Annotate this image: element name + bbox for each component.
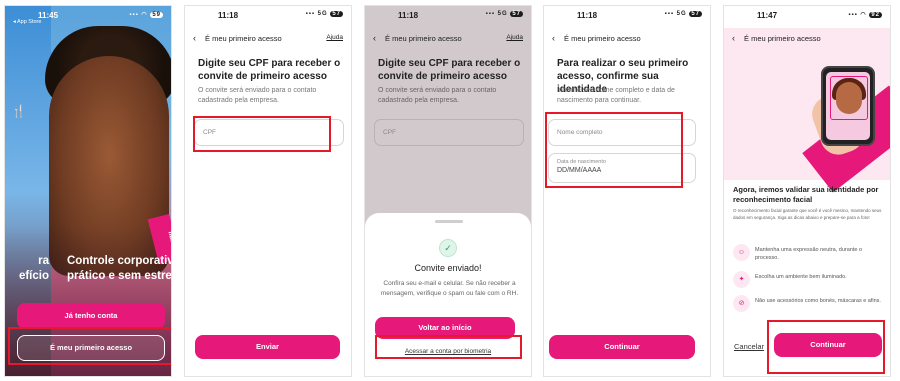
no-accessories-icon: ⊘: [733, 295, 750, 312]
page-title: Digite seu CPF para receber o convite de…: [378, 58, 521, 82]
nav-bar: ‹ É meu primeiro acesso: [724, 30, 890, 50]
sheet-grabber[interactable]: [435, 220, 463, 223]
birth-date-label: Data de nascimento: [557, 159, 606, 165]
tip-text: Escolha um ambiente bem iluminado.: [755, 274, 847, 280]
nav-title: É meu primeiro acesso: [564, 34, 641, 43]
back-arrow-icon[interactable]: ‹: [732, 33, 735, 43]
page-description: O convite será enviado para o contato ca…: [378, 87, 497, 104]
check-circle-icon: ✓: [439, 239, 457, 257]
tip-item: ⊘ Não use acessórios como bonés, máscara…: [733, 295, 888, 317]
previous-slide-caption: ra efício: [18, 255, 49, 282]
status-bar: 11:47 ▪▪▪ ◠ 92: [724, 6, 890, 28]
screen-welcome: 🍴 flash 11:45 ▪▪▪ ◠ 59 ◂ App Store ra ef…: [4, 5, 172, 377]
biometrics-link[interactable]: Acessar a conta por biometria: [365, 348, 531, 355]
back-arrow-icon[interactable]: ‹: [373, 33, 376, 43]
status-bar: 11:18 ▪▪▪ 5G 57: [365, 6, 531, 28]
tip-text: Não use acessórios como bonés, máscaras …: [755, 298, 881, 304]
fork-icon: 🍴: [11, 104, 26, 118]
status-time: 11:47: [757, 11, 778, 20]
expression-icon: ☺: [733, 244, 750, 261]
battery-icon: 57: [510, 11, 523, 17]
help-link[interactable]: Ajuda: [506, 34, 523, 41]
page-description: O reconhecimento facial garante que você…: [733, 208, 882, 220]
nav-title: É meu primeiro acesso: [205, 34, 282, 43]
tip-item: ✦ Escolha um ambiente bem iluminado.: [733, 271, 888, 293]
signal-icon: ▪▪▪ ◠ 59: [129, 12, 163, 18]
page-title: Digite seu CPF para receber o convite de…: [198, 58, 341, 82]
wifi-icon: ▪▪▪ ◠ 92: [848, 12, 882, 18]
nav-title: É meu primeiro acesso: [385, 34, 462, 43]
bottom-sheet: ✓ Convite enviado! Confira seu e-mail e …: [365, 213, 531, 376]
face-frame-icon: [830, 76, 868, 120]
page-description: Informe seu nome completo e data de nasc…: [557, 87, 675, 104]
network-icon: ▪▪▪ 5G 57: [664, 11, 702, 17]
cancel-link[interactable]: Cancelar: [734, 342, 764, 351]
nav-bar: ‹ É meu primeiro acesso Ajuda: [185, 30, 351, 50]
status-bar: 11:18 ▪▪▪ 5G 57: [185, 6, 351, 28]
full-name-input[interactable]: Nome completo: [548, 119, 696, 146]
continue-button[interactable]: Continuar: [549, 335, 695, 359]
nav-bar: ‹ É meu primeiro acesso Ajuda: [365, 30, 531, 50]
battery-icon: 57: [330, 11, 343, 17]
sheet-text: Confira seu e-mail e celular. Se não rec…: [380, 280, 519, 297]
screen-cpf: 11:18 ▪▪▪ 5G 57 ‹ É meu primeiro acesso …: [184, 5, 352, 377]
page-description: O convite será enviado para o contato ca…: [198, 87, 317, 104]
sheet-title: Convite enviado!: [414, 263, 482, 273]
login-button[interactable]: Já tenho conta: [17, 303, 165, 329]
birth-date-placeholder: DD/MM/AAAA: [557, 167, 602, 174]
network-icon: ▪▪▪ 5G 57: [485, 11, 523, 17]
cpf-input[interactable]: CPF: [194, 119, 344, 146]
nav-bar: ‹ É meu primeiro acesso: [544, 30, 710, 50]
back-arrow-icon[interactable]: ‹: [193, 33, 196, 43]
lightbulb-icon: ✦: [733, 271, 750, 288]
network-icon: ▪▪▪ 5G 57: [305, 11, 343, 17]
battery-icon: 92: [869, 12, 882, 18]
birth-date-input[interactable]: Data de nascimento DD/MM/AAAA: [548, 153, 696, 183]
tip-item: ☺ Mantenha uma expressão neutra, durante…: [733, 244, 888, 266]
status-time: 11:18: [577, 11, 598, 20]
page-title: Agora, iremos validar sua identidade por…: [733, 185, 879, 204]
back-arrow-icon[interactable]: ‹: [552, 33, 555, 43]
screen-identity: 11:18 ▪▪▪ 5G 57 ‹ É meu primeiro acesso …: [543, 5, 711, 377]
selfie-illustration: [821, 66, 875, 146]
continue-button[interactable]: Continuar: [774, 333, 882, 357]
battery-icon: 57: [689, 11, 702, 17]
screen-invite-sent: 11:18 ▪▪▪ 5G 57 ‹ É meu primeiro acesso …: [364, 5, 532, 377]
help-link[interactable]: Ajuda: [326, 34, 343, 41]
back-to-start-button[interactable]: Voltar ao início: [375, 317, 515, 339]
back-to-app-store-link[interactable]: ◂ App Store: [13, 19, 41, 25]
status-time: 11:18: [218, 11, 239, 20]
tip-text: Mantenha uma expressão neutra, durante o…: [755, 247, 863, 261]
screen-face-recognition: 11:47 ▪▪▪ ◠ 92 ‹ É meu primeiro acesso A…: [723, 5, 891, 377]
status-time: 11:18: [398, 11, 419, 20]
battery-icon: 59: [150, 12, 163, 18]
cpf-input[interactable]: CPF: [374, 119, 524, 146]
send-button[interactable]: Enviar: [195, 335, 340, 359]
nav-title: É meu primeiro acesso: [744, 34, 821, 43]
hero-caption: Controle corporativo prático e sem estre: [67, 255, 172, 282]
status-bar: 11:18 ▪▪▪ 5G 57: [544, 6, 710, 28]
first-access-button[interactable]: É meu primeiro acesso: [17, 335, 165, 361]
